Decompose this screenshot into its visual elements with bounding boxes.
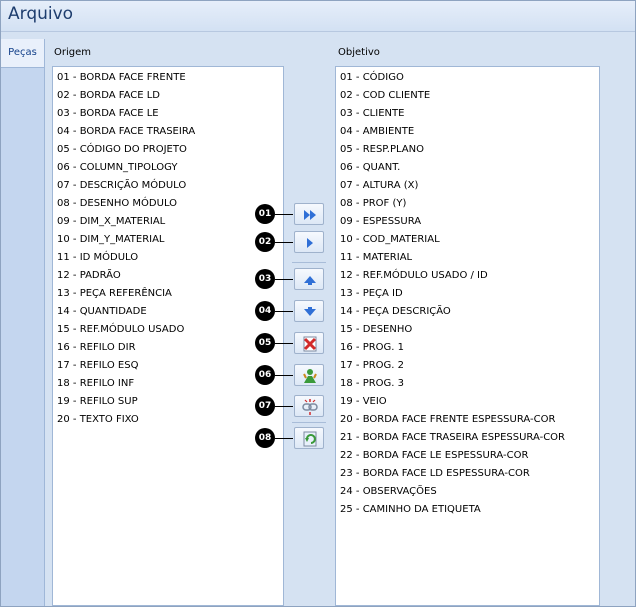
list-item[interactable]: 14 - QUANTIDADE bbox=[53, 303, 283, 321]
double-arrow-right-icon bbox=[304, 210, 316, 220]
add-person-button[interactable] bbox=[294, 364, 324, 386]
list-item[interactable]: 22 - BORDA FACE LE ESPESSURA-COR bbox=[336, 447, 599, 465]
list-item[interactable]: 13 - PEÇA REFERÊNCIA bbox=[53, 285, 283, 303]
list-item[interactable]: 10 - COD_MATERIAL bbox=[336, 231, 599, 249]
list-item[interactable]: 03 - BORDA FACE LE bbox=[53, 105, 283, 123]
list-item[interactable]: 03 - CLIENTE bbox=[336, 105, 599, 123]
origem-listbox[interactable]: 01 - BORDA FACE FRENTE 02 - BORDA FACE LD… bbox=[52, 66, 284, 606]
window-title: Arquivo bbox=[8, 4, 74, 24]
list-item[interactable]: 07 - ALTURA (X) bbox=[336, 177, 599, 195]
list-item[interactable]: 09 - DIM_X_MATERIAL bbox=[53, 213, 283, 231]
badge-leader-line bbox=[275, 214, 293, 215]
objetivo-listbox[interactable]: 01 - CÓDIGO 02 - COD CLIENTE 03 - CLIENTE 0… bbox=[335, 66, 600, 606]
list-item[interactable]: 06 - COLUMN_TIPOLOGY bbox=[53, 159, 283, 177]
origem-label: Origem bbox=[54, 47, 92, 58]
badge-05: 05 bbox=[255, 333, 275, 353]
list-item[interactable]: 20 - BORDA FACE FRENTE ESPESSURA-COR bbox=[336, 411, 599, 429]
move-down-button[interactable] bbox=[294, 300, 324, 322]
list-item[interactable]: 09 - ESPESSURA bbox=[336, 213, 599, 231]
link-button[interactable] bbox=[294, 395, 324, 417]
list-item[interactable]: 21 - BORDA FACE TRASEIRA ESPESSURA-COR bbox=[336, 429, 599, 447]
list-item[interactable]: 14 - PEÇA DESCRIÇÃO bbox=[336, 303, 599, 321]
list-item[interactable]: 17 - REFILO ESQ bbox=[53, 357, 283, 375]
badge-07: 07 bbox=[255, 396, 275, 416]
list-item[interactable]: 10 - DIM_Y_MATERIAL bbox=[53, 231, 283, 249]
badge-leader-line bbox=[275, 242, 293, 243]
badge-leader-line bbox=[275, 406, 293, 407]
refresh-button[interactable] bbox=[294, 427, 324, 449]
button-separator bbox=[292, 422, 326, 423]
arrow-down-icon bbox=[304, 307, 316, 316]
list-item[interactable]: 25 - CAMINHO DA ETIQUETA bbox=[336, 501, 599, 519]
list-item[interactable]: 08 - PROF (Y) bbox=[336, 195, 599, 213]
list-item[interactable]: 18 - REFILO INF bbox=[53, 375, 283, 393]
badge-03: 03 bbox=[255, 269, 275, 289]
arrow-up-icon bbox=[304, 276, 316, 285]
origem-list: 01 - BORDA FACE FRENTE 02 - BORDA FACE LD… bbox=[53, 67, 283, 429]
move-up-button[interactable] bbox=[294, 268, 324, 290]
list-item[interactable]: 11 - MATERIAL bbox=[336, 249, 599, 267]
badge-08: 08 bbox=[255, 428, 275, 448]
tab-pecas[interactable]: Peças bbox=[1, 39, 44, 68]
list-item[interactable]: 12 - REF.MÓDULO USADO / ID bbox=[336, 267, 599, 285]
arrow-right-icon bbox=[307, 238, 313, 248]
list-item[interactable]: 06 - QUANT. bbox=[336, 159, 599, 177]
badge-06: 06 bbox=[255, 365, 275, 385]
link-icon bbox=[302, 399, 318, 415]
main-window: Arquivo Peças Origem Objetivo 01 - BORDA… bbox=[0, 0, 636, 607]
add-person-icon bbox=[303, 369, 317, 383]
list-item[interactable]: 18 - PROG. 3 bbox=[336, 375, 599, 393]
list-item[interactable]: 16 - PROG. 1 bbox=[336, 339, 599, 357]
list-item[interactable]: 02 - BORDA FACE LD bbox=[53, 87, 283, 105]
list-item[interactable]: 16 - REFILO DIR bbox=[53, 339, 283, 357]
list-item[interactable]: 24 - OBSERVAÇÕES bbox=[336, 483, 599, 501]
badge-leader-line bbox=[275, 311, 293, 312]
list-item[interactable]: 05 - CÓDIGO DO PROJETO bbox=[53, 141, 283, 159]
refresh-icon bbox=[303, 431, 317, 447]
badge-leader-line bbox=[275, 375, 293, 376]
list-item[interactable]: 17 - PROG. 2 bbox=[336, 357, 599, 375]
list-item[interactable]: 13 - PEÇA ID bbox=[336, 285, 599, 303]
list-item[interactable]: 02 - COD CLIENTE bbox=[336, 87, 599, 105]
move-right-button[interactable] bbox=[294, 231, 324, 253]
list-item[interactable]: 19 - REFILO SUP bbox=[53, 393, 283, 411]
delete-button[interactable] bbox=[294, 332, 324, 354]
badge-leader-line bbox=[275, 343, 293, 344]
list-item[interactable]: 15 - DESENHO bbox=[336, 321, 599, 339]
badge-04: 04 bbox=[255, 301, 275, 321]
delete-icon bbox=[303, 336, 317, 352]
objetivo-list: 01 - CÓDIGO 02 - COD CLIENTE 03 - CLIENTE 0… bbox=[336, 67, 599, 519]
badge-leader-line bbox=[275, 279, 293, 280]
list-item[interactable]: 01 - CÓDIGO bbox=[336, 69, 599, 87]
list-item[interactable]: 07 - DESCRIÇÃO MÓDULO bbox=[53, 177, 283, 195]
list-item[interactable]: 23 - BORDA FACE LD ESPESSURA-COR bbox=[336, 465, 599, 483]
list-item[interactable]: 04 - BORDA FACE TRASEIRA bbox=[53, 123, 283, 141]
button-separator bbox=[292, 262, 326, 263]
badge-leader-line bbox=[275, 438, 293, 439]
list-item[interactable]: 04 - AMBIENTE bbox=[336, 123, 599, 141]
list-item[interactable]: 08 - DESENHO MÓDULO bbox=[53, 195, 283, 213]
list-item[interactable]: 19 - VEIO bbox=[336, 393, 599, 411]
list-item[interactable]: 01 - BORDA FACE FRENTE bbox=[53, 69, 283, 87]
move-all-right-button[interactable] bbox=[294, 203, 324, 225]
vertical-tab-strip: Peças bbox=[1, 39, 45, 606]
badge-02: 02 bbox=[255, 232, 275, 252]
list-item[interactable]: 15 - REF.MÓDULO USADO bbox=[53, 321, 283, 339]
objetivo-label: Objetivo bbox=[338, 47, 380, 58]
list-item[interactable]: 20 - TEXTO FIXO bbox=[53, 411, 283, 429]
title-bar: Arquivo bbox=[1, 1, 635, 32]
list-item[interactable]: 05 - RESP.PLANO bbox=[336, 141, 599, 159]
badge-01: 01 bbox=[255, 204, 275, 224]
list-item[interactable]: 12 - PADRÃO bbox=[53, 267, 283, 285]
list-item[interactable]: 11 - ID MÓDULO bbox=[53, 249, 283, 267]
